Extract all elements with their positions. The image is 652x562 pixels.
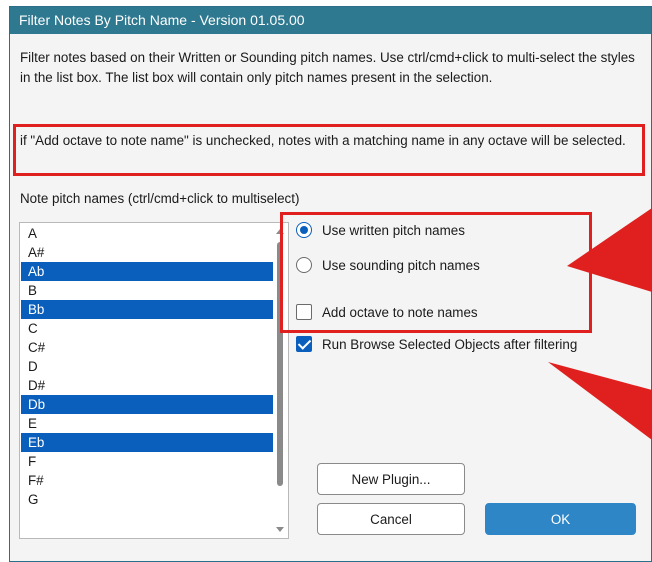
written-pitch-radio[interactable]: Use written pitch names: [296, 222, 465, 238]
list-item[interactable]: Ab: [21, 262, 273, 281]
written-pitch-label: Use written pitch names: [322, 222, 465, 238]
description-text: Filter notes based on their Written or S…: [20, 50, 635, 85]
run-browse-label: Run Browse Selected Objects after filter…: [322, 336, 578, 352]
add-octave-label: Add octave to note names: [322, 304, 478, 320]
title-bar[interactable]: Filter Notes By Pitch Name - Version 01.…: [10, 7, 651, 34]
radio-sounding-indicator[interactable]: [296, 257, 312, 273]
list-item[interactable]: D#: [21, 376, 273, 395]
scroll-down-arrow-icon[interactable]: [276, 527, 284, 532]
list-item[interactable]: C: [21, 319, 273, 338]
list-label: Note pitch names (ctrl/cmd+click to mult…: [20, 191, 300, 206]
window-title: Filter Notes By Pitch Name - Version 01.…: [19, 12, 305, 28]
new-plugin-button[interactable]: New Plugin...: [317, 463, 465, 495]
run-browse-check-indicator[interactable]: [296, 336, 312, 352]
list-item[interactable]: A#: [21, 243, 273, 262]
list-item[interactable]: Db: [21, 395, 273, 414]
list-item[interactable]: C#: [21, 338, 273, 357]
pitch-name-listbox[interactable]: A A# Ab B Bb C C# D D# Db E Eb F F# G: [19, 222, 289, 539]
highlight-box-note: [13, 124, 645, 176]
run-browse-checkbox[interactable]: Run Browse Selected Objects after filter…: [296, 336, 577, 352]
sounding-pitch-radio[interactable]: Use sounding pitch names: [296, 257, 480, 273]
list-item[interactable]: D: [21, 357, 273, 376]
add-octave-check-indicator[interactable]: [296, 304, 312, 320]
list-item[interactable]: F: [21, 452, 273, 471]
add-octave-checkbox[interactable]: Add octave to note names: [296, 304, 478, 320]
list-item[interactable]: F#: [21, 471, 273, 490]
ok-button[interactable]: OK: [485, 503, 636, 535]
list-item[interactable]: Eb: [21, 433, 273, 452]
list-item[interactable]: E: [21, 414, 273, 433]
list-item[interactable]: Bb: [21, 300, 273, 319]
radio-written-indicator[interactable]: [296, 222, 312, 238]
list-item[interactable]: G: [21, 490, 273, 509]
dialog-window: Filter Notes By Pitch Name - Version 01.…: [9, 6, 652, 562]
cancel-button[interactable]: Cancel: [317, 503, 465, 535]
sounding-pitch-label: Use sounding pitch names: [322, 257, 480, 273]
list-item[interactable]: A: [21, 224, 273, 243]
list-item[interactable]: B: [21, 281, 273, 300]
